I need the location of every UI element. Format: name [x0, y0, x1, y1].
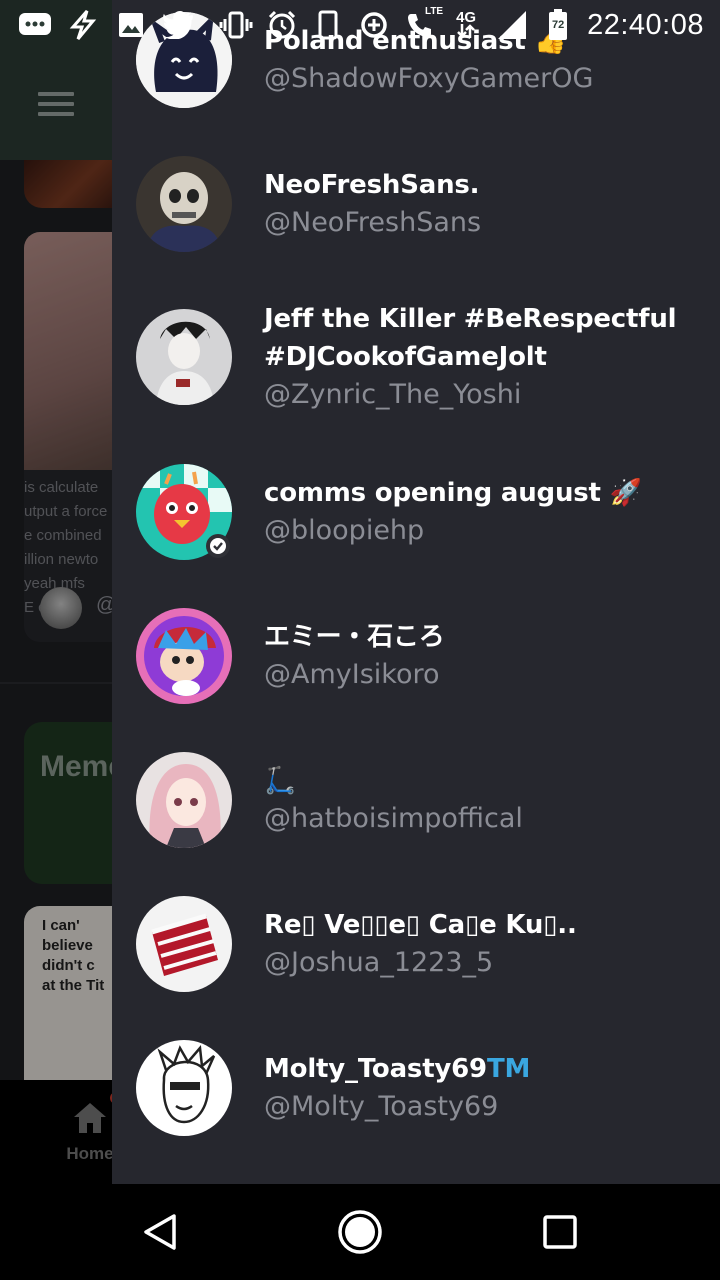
user-handle: @bloopiehp: [264, 515, 425, 546]
user-handle: @Joshua_1223_5: [264, 947, 494, 978]
recent-apps-icon[interactable]: [542, 1214, 578, 1250]
user-handle: @hatboisimpoffical: [264, 803, 523, 834]
user-item[interactable]: NeoFreshSans. @NeoFreshSans: [136, 156, 706, 252]
user-name: Re▯ Ve▯▯e▯ Ca▯e Ku▯..: [264, 910, 577, 940]
twitter-icon: [162, 8, 196, 42]
network-label: 4G: [456, 9, 477, 26]
user-item[interactable]: 🛴 @hatboisimpoffical: [136, 752, 706, 848]
user-handle: @Zynric_The_Yoshi: [264, 379, 522, 410]
user-name-text: Molty_Toasty69: [264, 1054, 487, 1084]
back-icon[interactable]: [140, 1212, 180, 1252]
user-item[interactable]: Jeff the Killer #BeRespectful #DJCookofG…: [136, 300, 706, 414]
call-icon: LTE: [403, 6, 443, 42]
data-saver-icon: [357, 8, 391, 42]
clock-time: 22:40:08: [587, 8, 704, 41]
chat-icon: [18, 8, 52, 42]
network-type-icon: 4G: [449, 8, 483, 42]
user-name: Jeff the Killer #BeRespectful: [264, 304, 677, 334]
anime-girl-avatar: [136, 752, 232, 848]
user-item[interactable]: Molty_Toasty69TM @Molty_Toasty69: [136, 1040, 706, 1136]
sketch-face-avatar: [136, 1040, 232, 1136]
user-handle: @ShadowFoxyGamerOG: [264, 63, 594, 94]
user-item[interactable]: Re▯ Ve▯▯e▯ Ca▯e Ku▯.. @Joshua_1223_5: [136, 896, 706, 992]
jeff-avatar: [136, 309, 232, 405]
user-item[interactable]: エミー・石ころ @AmyIsikoro: [136, 608, 706, 704]
verified-badge-icon: [206, 534, 230, 558]
bolt-icon: [66, 8, 100, 42]
user-handle: @NeoFreshSans: [264, 207, 482, 238]
alarm-icon: [265, 8, 299, 42]
trademark-suffix: TM: [486, 1054, 531, 1084]
user-name: エミー・石ころ: [264, 622, 445, 652]
user-handle: @AmyIsikoro: [264, 659, 440, 690]
home-circle-icon[interactable]: [336, 1208, 384, 1256]
following-drawer[interactable]: Poland enthusiast 👍 @ShadowFoxyGamerOG N…: [112, 0, 720, 1184]
boyfriend-avatar: [136, 608, 232, 704]
skeleton-avatar: [136, 156, 232, 252]
user-name-line2: #DJCookofGameJolt: [264, 342, 547, 372]
phone-outline-icon: [311, 8, 345, 42]
cake-avatar: [136, 896, 232, 992]
user-name: Molty_Toasty69TM: [264, 1050, 530, 1088]
lte-label: LTE: [424, 6, 444, 17]
signal-icon: [495, 8, 529, 42]
user-handle: @Molty_Toasty69: [264, 1091, 499, 1122]
user-name: comms opening august 🚀: [264, 478, 642, 508]
status-bar: LTE 4G 72 22:40:08: [0, 0, 720, 50]
vibrate-icon: [219, 8, 253, 42]
battery-icon: 72: [541, 8, 575, 42]
user-name: 🛴: [264, 766, 297, 796]
battery-level: 72: [551, 19, 565, 31]
image-icon: [114, 8, 148, 42]
system-nav-bar: [0, 1184, 720, 1280]
user-item[interactable]: comms opening august 🚀 @bloopiehp: [136, 464, 706, 560]
user-name: NeoFreshSans.: [264, 170, 480, 200]
